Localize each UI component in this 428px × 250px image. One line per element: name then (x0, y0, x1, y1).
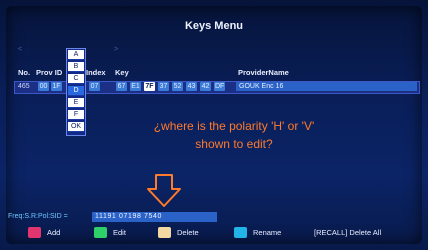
recall-delete-all[interactable]: [RECALL] Delete All (314, 228, 381, 237)
hex-char-picker: A B C D E F OK (66, 48, 86, 136)
status-label: Freq:S.R:Pol:SID = (8, 213, 68, 220)
blue-key-icon (234, 227, 247, 238)
rename-label: Rename (253, 228, 282, 237)
red-key-icon (28, 227, 41, 238)
page-title: Keys Menu (184, 20, 244, 32)
provider-name-field[interactable]: GOUK Enc 16 (236, 82, 417, 91)
green-key-icon (94, 227, 107, 238)
annotation-line-1: ¿where is the polarity 'H' or 'V' (153, 119, 315, 133)
hex-option-b[interactable]: B (68, 62, 84, 72)
key-byte-8[interactable]: DF (214, 82, 226, 91)
footer-legend: Add Edit Delete Rename [RECALL] Delete A… (0, 226, 428, 240)
index-field[interactable]: 07 (89, 82, 100, 91)
annotation-line-2: shown to edit? (195, 137, 273, 151)
status-value: 11191 07198 7540 (92, 212, 217, 222)
key-byte-5[interactable]: 52 (172, 82, 183, 91)
hex-option-c[interactable]: C (68, 74, 84, 84)
col-header-index: Index (86, 68, 106, 77)
hex-ok-button[interactable]: OK (68, 122, 84, 132)
page-prev-arrow[interactable]: < (18, 46, 22, 53)
edit-label: Edit (113, 228, 126, 237)
row-number: 465 (18, 83, 30, 90)
key-byte-4[interactable]: 37 (158, 82, 169, 91)
down-arrow-icon (147, 174, 181, 207)
page-next-arrow[interactable]: > (114, 46, 118, 53)
tuning-status: Freq:S.R:Pol:SID = 11191 07198 7540 (8, 212, 270, 222)
prov-id-part-1[interactable]: 00 (38, 82, 49, 91)
key-byte-2[interactable]: E1 (130, 82, 141, 91)
delete-label: Delete (177, 228, 199, 237)
yellow-key-icon (158, 227, 171, 238)
key-byte-7[interactable]: 42 (200, 82, 211, 91)
tv-screen: Keys Menu < > No. Prov ID Index Key Prov… (0, 0, 428, 250)
prov-id-part-2[interactable]: 1F (51, 82, 62, 91)
col-header-key: Key (115, 68, 129, 77)
key-byte-3-active[interactable]: 7F (144, 82, 155, 91)
add-label: Add (47, 228, 61, 237)
col-header-provider: ProviderName (238, 68, 289, 77)
hex-option-d[interactable]: D (68, 86, 84, 96)
key-byte-1[interactable]: 67 (116, 82, 127, 91)
hex-option-f[interactable]: F (68, 110, 84, 120)
col-header-prov-id: Prov ID (36, 68, 63, 77)
hex-option-e[interactable]: E (68, 98, 84, 108)
col-header-no: No. (18, 68, 31, 77)
annotation-question: ¿where is the polarity 'H' or 'V' shown … (134, 117, 334, 153)
key-byte-6[interactable]: 43 (186, 82, 197, 91)
hex-option-a[interactable]: A (68, 50, 84, 60)
